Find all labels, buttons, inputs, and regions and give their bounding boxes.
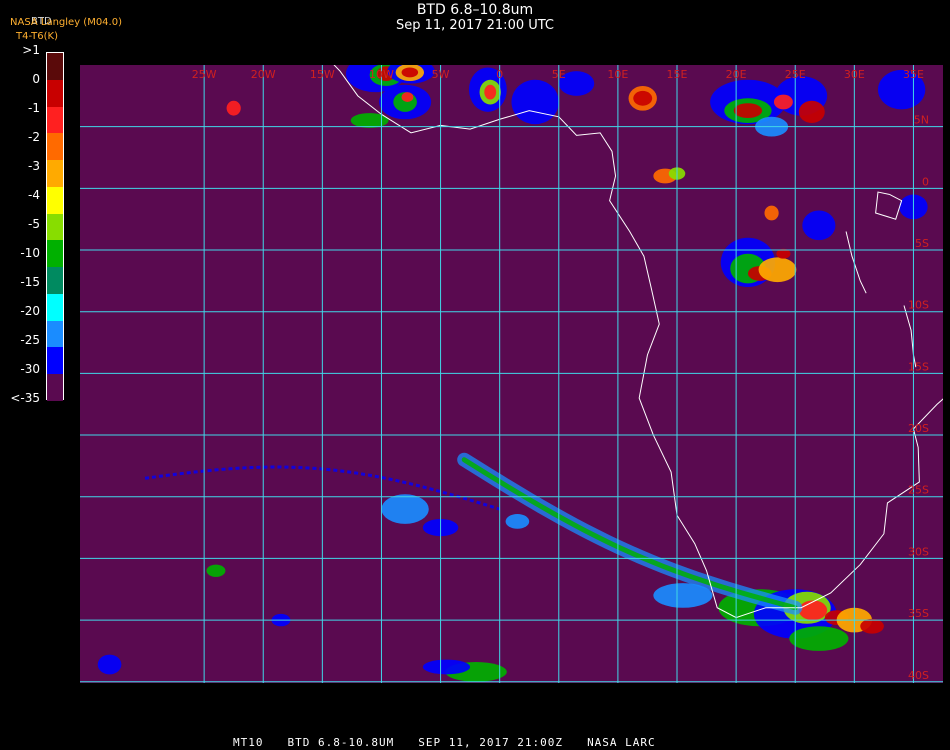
footer-channel: BTD 6.8-10.8UM bbox=[287, 736, 395, 749]
lon-label: 5W bbox=[432, 68, 450, 81]
lat-label: 25S bbox=[908, 484, 929, 497]
cloud-blob bbox=[381, 494, 429, 524]
colorbar-tick-label: -5 bbox=[28, 217, 40, 231]
cloud-blob bbox=[773, 94, 793, 110]
cloud-blob bbox=[802, 210, 836, 241]
lake-malawi bbox=[903, 305, 917, 368]
colorbar-swatch bbox=[47, 213, 63, 241]
colorbar-swatch bbox=[47, 374, 63, 402]
cloud-blob bbox=[97, 654, 122, 675]
colorbar-swatch bbox=[47, 79, 63, 108]
frontal-band bbox=[457, 452, 803, 615]
colorbar-tick-label: -4 bbox=[28, 188, 40, 202]
footer-datetime: SEP 11, 2017 21:00Z bbox=[418, 736, 564, 749]
colorbar-swatch bbox=[47, 53, 63, 81]
colorbar-swatch bbox=[47, 267, 63, 295]
footer-source: NASA LARC bbox=[587, 736, 656, 749]
lon-label: 15W bbox=[310, 68, 335, 81]
colorbar bbox=[46, 52, 64, 402]
colorbar-tick-label: -30 bbox=[20, 362, 40, 376]
colorbar-tick-label: <-35 bbox=[10, 391, 40, 405]
cloud-blob bbox=[401, 92, 414, 103]
cloud-blob bbox=[860, 618, 884, 634]
lake-victoria bbox=[875, 191, 903, 220]
colorbar-tick-label: -3 bbox=[28, 159, 40, 173]
footer-bar: MT10 BTD 6.8-10.8UM SEP 11, 2017 21:00Z NAS… bbox=[0, 736, 950, 749]
lat-label: 5S bbox=[915, 237, 929, 250]
colorbar-tick-label: -2 bbox=[28, 130, 40, 144]
cloud-blob bbox=[226, 100, 241, 116]
cloud-blob bbox=[733, 103, 763, 119]
colorbar-swatch bbox=[47, 186, 63, 215]
lon-label: 0 bbox=[496, 68, 503, 81]
lat-label: 5N bbox=[914, 114, 929, 127]
product-title: BTD 6.8–10.8um bbox=[416, 2, 534, 18]
colorbar-swatch bbox=[47, 106, 63, 134]
lat-label: 35S bbox=[908, 607, 929, 620]
lon-label: 10E bbox=[607, 68, 628, 81]
lon-label: 10W bbox=[369, 68, 394, 81]
colorbar-swatch bbox=[47, 347, 63, 375]
map-canvas: 25W 20W 15W 10W 5W 0 5E 10E 15E 20E 25E 30E 35E 5N 0 5S… bbox=[80, 65, 943, 683]
lon-label: 20E bbox=[726, 68, 747, 81]
map-panel: 25W 20W 15W 10W 5W 0 5E 10E 15E 20E 25E 30E 35E 5N 0 5S… bbox=[80, 65, 943, 683]
units-label: T4-T6(K) bbox=[16, 31, 58, 42]
cloud-blob bbox=[758, 257, 797, 283]
cloud-blob bbox=[401, 67, 419, 78]
colorbar-swatch bbox=[47, 133, 63, 161]
lon-label: 20W bbox=[251, 68, 276, 81]
cloud-blob bbox=[422, 659, 471, 675]
lon-label: 25W bbox=[192, 68, 217, 81]
colorbar-tick-label: -20 bbox=[20, 304, 40, 318]
cloud-blob bbox=[206, 564, 226, 577]
colorbar-swatch bbox=[47, 240, 63, 268]
credit-label: NASA Langley (M04.0) bbox=[10, 17, 122, 28]
colorbar-swatch bbox=[47, 320, 63, 348]
lat-label: 20S bbox=[908, 422, 929, 435]
colorbar-swatch bbox=[47, 160, 63, 188]
lon-label: 30E bbox=[844, 68, 865, 81]
cloud-blob bbox=[505, 514, 530, 529]
cloud-blob bbox=[798, 600, 828, 621]
colorbar-tick-label: 0 bbox=[32, 72, 40, 86]
lat-label: 0 bbox=[922, 175, 929, 188]
frontal-band-core bbox=[461, 457, 798, 611]
lat-label: 10S bbox=[908, 299, 929, 312]
colorbar-tick-label: -25 bbox=[20, 333, 40, 347]
cloud-blob bbox=[789, 626, 849, 651]
colorbar-tick-label: >1 bbox=[22, 43, 40, 57]
cloud-blob bbox=[764, 205, 779, 221]
cloud-blob bbox=[798, 100, 825, 123]
cloud-blob bbox=[633, 90, 653, 106]
lon-label: 15E bbox=[667, 68, 688, 81]
colorbar-tick-label: -10 bbox=[20, 246, 40, 260]
cloud-blob bbox=[484, 84, 497, 100]
colorbar-swatch bbox=[47, 293, 63, 322]
lon-label: 25E bbox=[785, 68, 806, 81]
lon-label: 35E bbox=[903, 68, 924, 81]
lat-label: 40S bbox=[908, 669, 929, 682]
colorbar-tick-label: -15 bbox=[20, 275, 40, 289]
lat-label: 30S bbox=[908, 545, 929, 558]
lat-label: 15S bbox=[908, 360, 929, 373]
lake-tanganyika bbox=[845, 231, 867, 294]
footer-product: MT10 bbox=[233, 736, 264, 749]
product-datetime: Sep 11, 2017 21:00 UTC bbox=[395, 18, 555, 33]
lon-label: 5E bbox=[552, 68, 566, 81]
colorbar-tick-label: -1 bbox=[28, 101, 40, 115]
cloud-blob bbox=[511, 79, 559, 125]
